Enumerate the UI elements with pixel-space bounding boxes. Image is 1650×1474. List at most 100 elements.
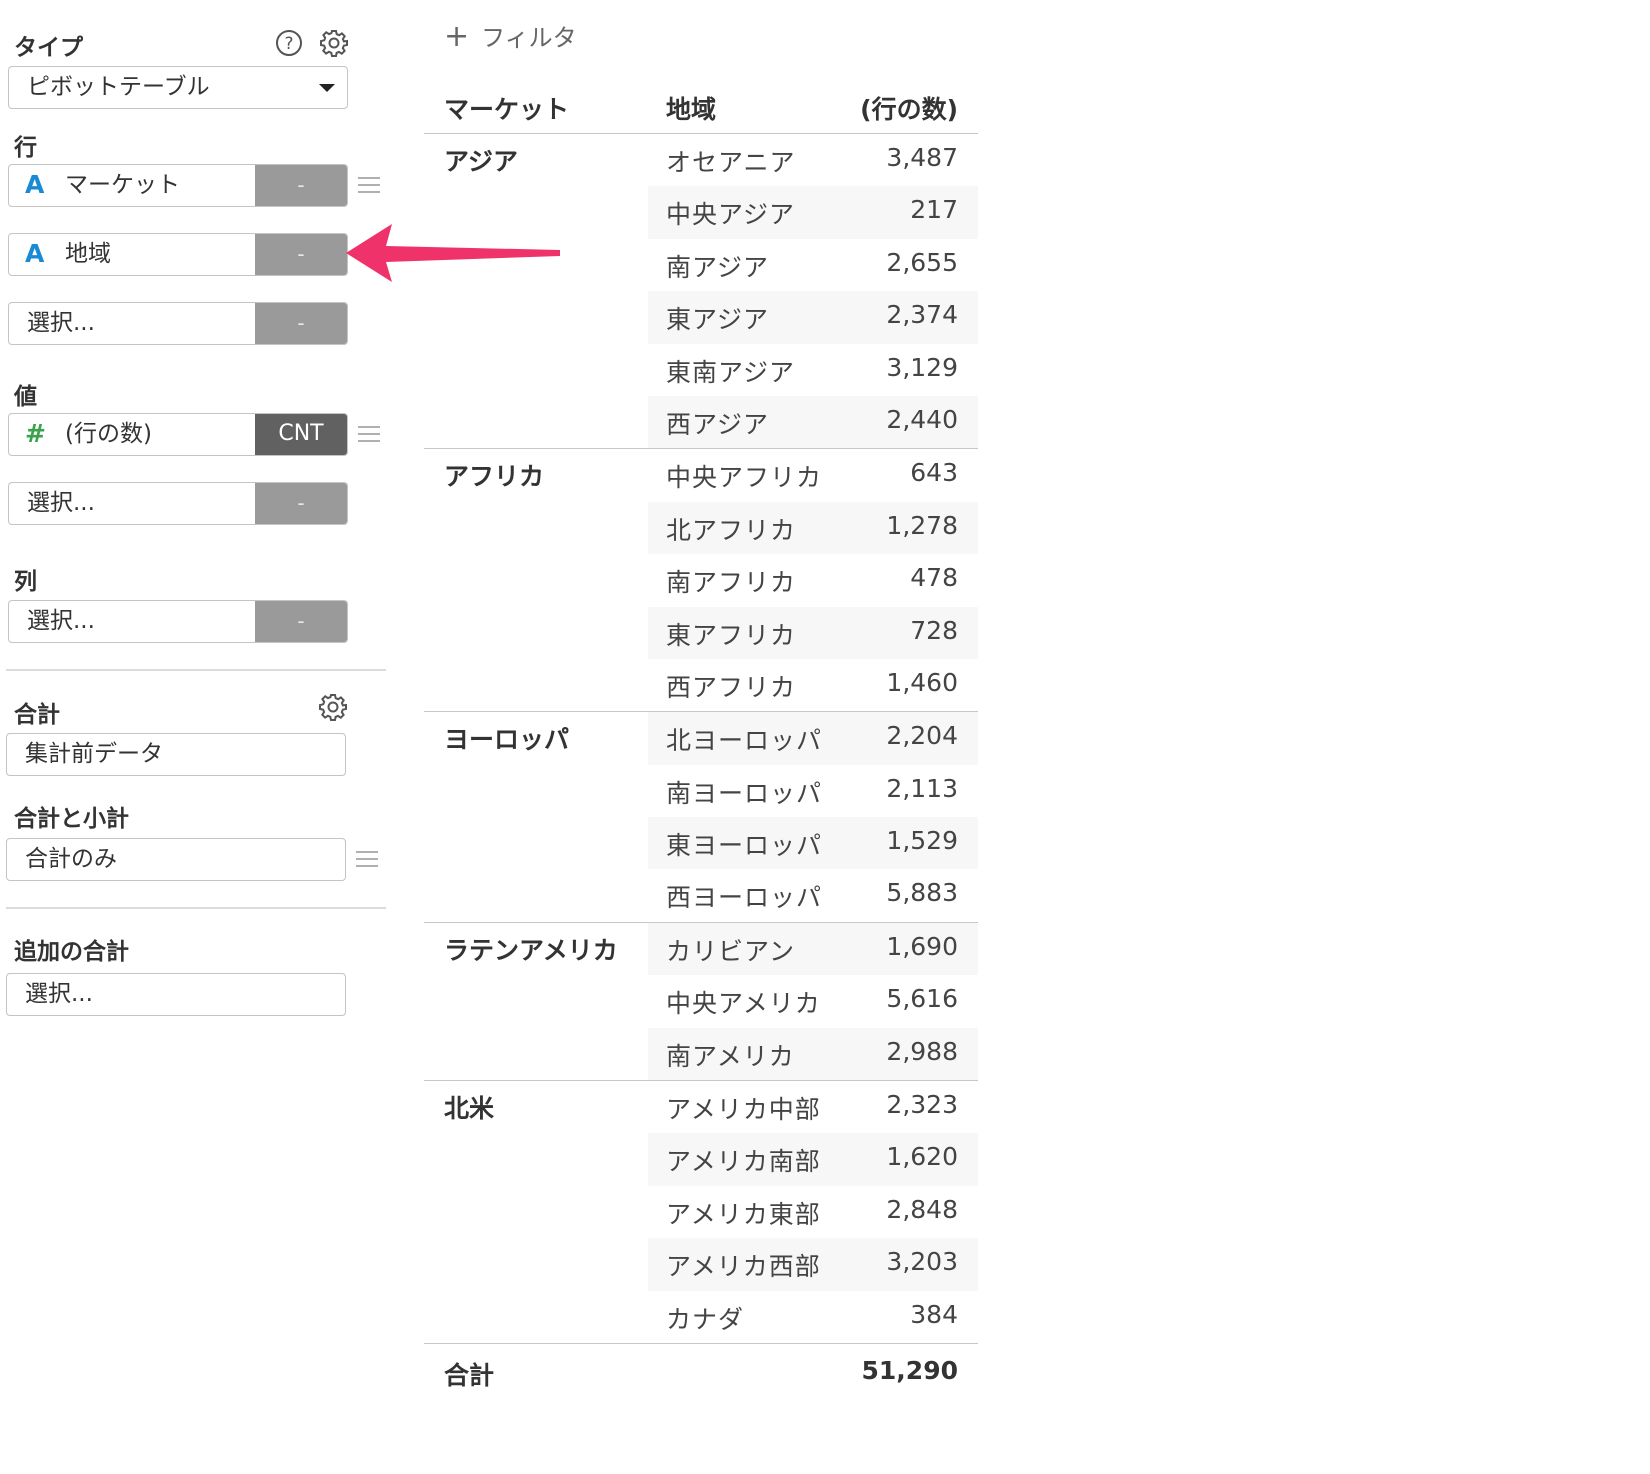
market-label: アジア	[444, 147, 519, 176]
table-row: 南ヨーロッパ 2,113	[648, 765, 978, 817]
table-row: オセアニア 3,487	[648, 134, 978, 186]
region-cell: アメリカ中部	[666, 1095, 821, 1125]
table-row: アメリカ西部 3,203	[648, 1238, 978, 1291]
add-filter-button[interactable]: + フィルタ	[444, 18, 577, 54]
region-cell: 中央アメリカ	[666, 989, 821, 1019]
region-cell: 西アフリカ	[666, 672, 797, 702]
drag-handle-icon[interactable]	[358, 426, 380, 444]
row-field-select[interactable]: 選択... -	[8, 302, 348, 345]
count-cell: 3,203	[886, 1247, 958, 1277]
value-field-select[interactable]: 選択... -	[8, 482, 348, 525]
region-cell: 中央アジア	[666, 200, 796, 230]
drag-handle-icon[interactable]	[358, 177, 380, 195]
table-row: 北アフリカ 1,278	[648, 501, 978, 555]
count-cell: 2,655	[886, 247, 958, 277]
table-row: 中央アフリカ 643	[648, 449, 978, 501]
count-cell: 5,616	[886, 984, 958, 1014]
svg-text:?: ?	[284, 34, 293, 54]
count-cell: 728	[910, 615, 958, 645]
region-cell: オセアニア	[666, 148, 796, 177]
count-cell: 1,460	[886, 667, 958, 697]
value-field-agg-button[interactable]: -	[255, 483, 347, 524]
count-cell: 478	[910, 563, 958, 593]
region-cell: 東ヨーロッパ	[666, 831, 823, 861]
value-field-placeholder: 選択...	[27, 490, 95, 516]
table-row: 南アフリカ 478	[648, 554, 978, 606]
market-label: ヨーロッパ	[444, 725, 570, 755]
row-field-agg-button[interactable]: -	[255, 165, 347, 206]
region-cell: 東アフリカ	[666, 620, 797, 650]
market-label: アフリカ	[444, 462, 545, 492]
region-cell: アメリカ南部	[666, 1147, 821, 1177]
row-field-region[interactable]: A 地域 -	[8, 233, 348, 276]
region-cell: 東南アジア	[666, 357, 796, 387]
table-row: 南アメリカ 2,988	[648, 1027, 978, 1081]
header-count: (行の数)	[860, 95, 958, 124]
count-cell: 2,323	[886, 1090, 958, 1120]
table-row: カリビアン 1,690	[648, 922, 978, 976]
table-total-row: 合計 51,290	[424, 1344, 978, 1400]
total-row-value: 51,290	[861, 1355, 958, 1385]
count-cell: 217	[910, 195, 958, 225]
region-cell: 南ヨーロッパ	[666, 778, 823, 808]
total-row-label: 合計	[444, 1360, 495, 1390]
gear-icon[interactable]	[319, 28, 349, 58]
row-field-agg-button[interactable]: -	[255, 234, 347, 275]
row-field-market[interactable]: A マーケット -	[8, 164, 348, 207]
count-cell: 1,278	[886, 510, 958, 540]
region-cell: 北アフリカ	[666, 515, 797, 545]
market-label: ラテンアメリカ	[444, 935, 618, 965]
value-field-row-count[interactable]: # (行の数) CNT	[8, 413, 348, 456]
region-cell: 北ヨーロッパ	[666, 726, 823, 756]
gear-icon[interactable]	[318, 692, 348, 722]
region-cell: 南アフリカ	[666, 568, 797, 598]
count-cell: 5,883	[886, 878, 958, 908]
count-cell: 1,529	[886, 826, 958, 856]
table-row: アメリカ南部 1,620	[648, 1133, 978, 1186]
pivot-table: マーケット 地域 (行の数) アジア オセアニア 3,487 中央アジア 217 南…	[424, 82, 978, 1400]
drag-handle-icon[interactable]	[356, 851, 378, 869]
market-label: 北米	[444, 1094, 495, 1124]
table-row: 北ヨーロッパ 2,204	[648, 712, 978, 765]
value-field-name: (行の数)	[65, 421, 152, 447]
subtotal-select[interactable]: 合計のみ	[6, 838, 346, 881]
column-field-select[interactable]: 選択... -	[8, 600, 348, 643]
row-field-name: マーケット	[65, 172, 180, 198]
value-field-agg-button[interactable]: CNT	[255, 414, 347, 455]
type-select[interactable]: ピボットテーブル	[8, 66, 348, 109]
string-type-icon: A	[25, 239, 45, 268]
column-field-agg-button[interactable]: -	[255, 601, 347, 642]
count-cell: 2,848	[886, 1194, 958, 1224]
subtotal-label: 合計と小計	[14, 806, 129, 832]
type-label: タイプ	[14, 35, 83, 61]
group-latin-america: ラテンアメリカ カリビアン 1,690 中央アメリカ 5,616 南アメリカ 2,98…	[424, 922, 978, 1082]
table-row: 東アジア 2,374	[648, 291, 978, 344]
extra-total-label: 追加の合計	[14, 939, 129, 965]
header-market: マーケット	[444, 95, 570, 124]
values-label: 値	[14, 384, 37, 410]
table-row: 東南アジア 3,129	[648, 344, 978, 396]
divider	[6, 907, 386, 909]
columns-label: 列	[14, 569, 37, 595]
help-icon[interactable]: ?	[274, 28, 304, 58]
table-row: カナダ 384	[648, 1291, 978, 1343]
count-cell: 384	[910, 1299, 958, 1329]
extra-total-placeholder: 選択...	[25, 981, 93, 1007]
row-field-agg-button[interactable]: -	[255, 303, 347, 344]
total-select[interactable]: 集計前データ	[6, 733, 346, 776]
table-row: アメリカ中部 2,323	[648, 1081, 978, 1133]
table-row: 中央アメリカ 5,616	[648, 975, 978, 1027]
table-row: アメリカ東部 2,848	[648, 1186, 978, 1238]
header-region: 地域	[666, 95, 717, 124]
count-cell: 2,374	[886, 300, 958, 330]
region-cell: 中央アフリカ	[666, 463, 823, 493]
extra-total-select[interactable]: 選択...	[6, 973, 346, 1016]
count-cell: 643	[910, 458, 958, 488]
type-select-value: ピボットテーブル	[27, 74, 210, 100]
region-cell: 南アジア	[666, 252, 770, 282]
rows-label: 行	[14, 135, 37, 161]
region-cell: アメリカ東部	[666, 1199, 821, 1229]
row-field-placeholder: 選択...	[27, 310, 95, 336]
count-cell: 3,129	[886, 352, 958, 382]
count-cell: 2,988	[886, 1036, 958, 1066]
